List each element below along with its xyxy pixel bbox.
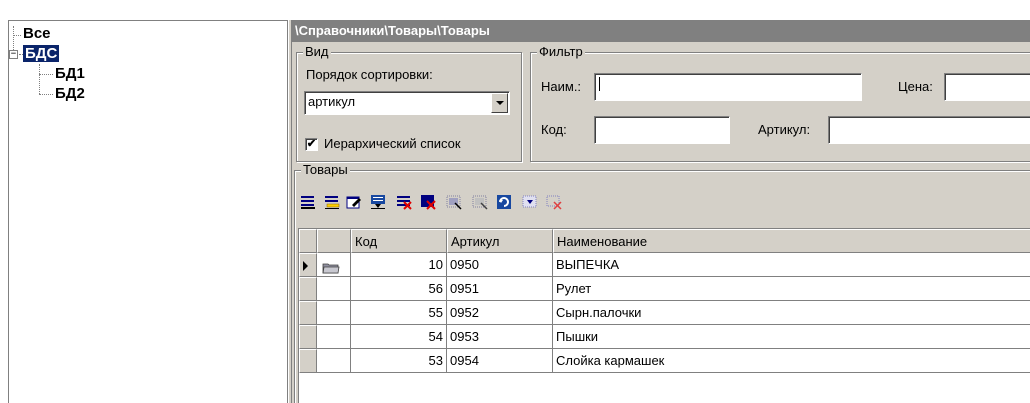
text-caret — [599, 77, 600, 91]
name-column-header[interactable]: Наименование — [553, 229, 1030, 253]
name-cell: Сырн.палочки — [553, 301, 1030, 325]
tree-item-label: БДС — [23, 45, 60, 62]
tree-connector — [39, 64, 40, 94]
sort-order-value: артикул — [308, 94, 356, 109]
tree-view[interactable]: Все − БДС БД1 БД2 — [8, 20, 288, 403]
row-indicator — [299, 301, 317, 325]
refresh-icon[interactable] — [496, 194, 512, 210]
article-column-header[interactable]: Артикул — [447, 229, 553, 253]
tree-item-bd1[interactable]: БД1 — [55, 64, 85, 83]
hierarchical-list-checkbox[interactable]: ✔ — [305, 138, 318, 151]
move-record-icon[interactable] — [370, 194, 386, 210]
row-indicator — [299, 349, 317, 373]
collapse-icon[interactable]: − — [9, 50, 18, 59]
content-pane: \Справочники\Товары\Товары Вид Порядок с… — [292, 20, 1030, 403]
current-row-icon — [303, 261, 308, 271]
icon-column-header — [317, 229, 351, 253]
chevron-down-icon[interactable] — [491, 93, 508, 113]
code-cell: 53 — [351, 349, 447, 373]
table-row[interactable]: 10 0950 ВЫПЕЧКА — [299, 253, 1030, 277]
filter-group-caption: Фильтр — [537, 44, 585, 59]
goods-toolbar — [300, 194, 720, 212]
article-cell: 0952 — [447, 301, 553, 325]
tree-connector — [13, 35, 21, 36]
name-filter-label: Наим.: — [541, 79, 582, 94]
article-cell: 0950 — [447, 253, 553, 277]
goods-group-caption: Товары — [301, 162, 350, 177]
code-cell: 56 — [351, 277, 447, 301]
price-filter-input[interactable] — [944, 73, 1030, 101]
tree-item-label: БД1 — [55, 65, 85, 82]
path-title: \Справочники\Товары\Товары — [292, 20, 1030, 42]
article-cell: 0953 — [447, 325, 553, 349]
name-cell: Пышки — [553, 325, 1030, 349]
code-cell: 10 — [351, 253, 447, 277]
select-icon[interactable] — [446, 194, 462, 210]
tree-connector — [39, 94, 53, 95]
filter-group: Фильтр — [530, 45, 1030, 162]
code-cell: 55 — [351, 301, 447, 325]
edit-record-icon[interactable] — [346, 194, 362, 210]
insert-child-icon[interactable] — [324, 194, 340, 210]
table-row[interactable]: 54 0953 Пышки — [299, 325, 1030, 349]
table-row[interactable]: 53 0954 Слойка кармашек — [299, 349, 1030, 373]
article-cell: 0954 — [447, 349, 553, 373]
table-row[interactable]: 56 0951 Рулет — [299, 277, 1030, 301]
article-cell: 0951 — [447, 277, 553, 301]
name-cell: Рулет — [553, 277, 1030, 301]
article-filter-input[interactable] — [828, 116, 1030, 144]
tree-item-label: БД2 — [55, 85, 85, 102]
goods-grid[interactable]: Код Артикул Наименование 10 0950 ВЫПЕЧКА… — [298, 228, 1030, 403]
code-column-header[interactable]: Код — [351, 229, 447, 253]
name-cell: Слойка кармашек — [553, 349, 1030, 373]
tree-item-bds[interactable]: БДС — [23, 44, 60, 63]
delete-record-icon[interactable] — [396, 194, 412, 210]
folder-cell — [317, 349, 351, 373]
code-filter-label: Код: — [541, 122, 567, 137]
table-row[interactable]: 55 0952 Сырн.палочки — [299, 301, 1030, 325]
folder-icon — [322, 258, 340, 274]
hierarchical-list-label: Иерархический список — [324, 136, 461, 151]
article-filter-label: Артикул: — [758, 122, 811, 137]
code-filter-input[interactable] — [594, 116, 730, 144]
folder-cell — [317, 325, 351, 349]
code-cell: 54 — [351, 325, 447, 349]
unmark-icon[interactable] — [546, 194, 562, 210]
sort-order-label: Порядок сортировки: — [306, 67, 433, 82]
indicator-header — [299, 229, 317, 253]
grid-header-row: Код Артикул Наименование — [299, 229, 1030, 253]
price-filter-label: Цена: — [898, 79, 933, 94]
tree-item-bd2[interactable]: БД2 — [55, 84, 85, 103]
tree-connector — [39, 74, 53, 75]
sort-order-select[interactable]: артикул — [304, 91, 510, 115]
folder-cell — [317, 253, 351, 277]
row-indicator — [299, 277, 317, 301]
view-group-caption: Вид — [303, 44, 331, 59]
folder-cell — [317, 277, 351, 301]
row-indicator — [299, 253, 317, 277]
tree-item-label: Все — [23, 25, 51, 42]
name-filter-input[interactable] — [594, 73, 862, 101]
tree-item-all[interactable]: Все — [23, 24, 51, 43]
mark-icon[interactable] — [522, 194, 538, 210]
deselect-icon[interactable] — [472, 194, 488, 210]
name-cell: ВЫПЕЧКА — [553, 253, 1030, 277]
folder-cell — [317, 301, 351, 325]
delete-all-icon[interactable] — [420, 194, 436, 210]
row-indicator — [299, 325, 317, 349]
insert-record-icon[interactable] — [300, 194, 316, 210]
